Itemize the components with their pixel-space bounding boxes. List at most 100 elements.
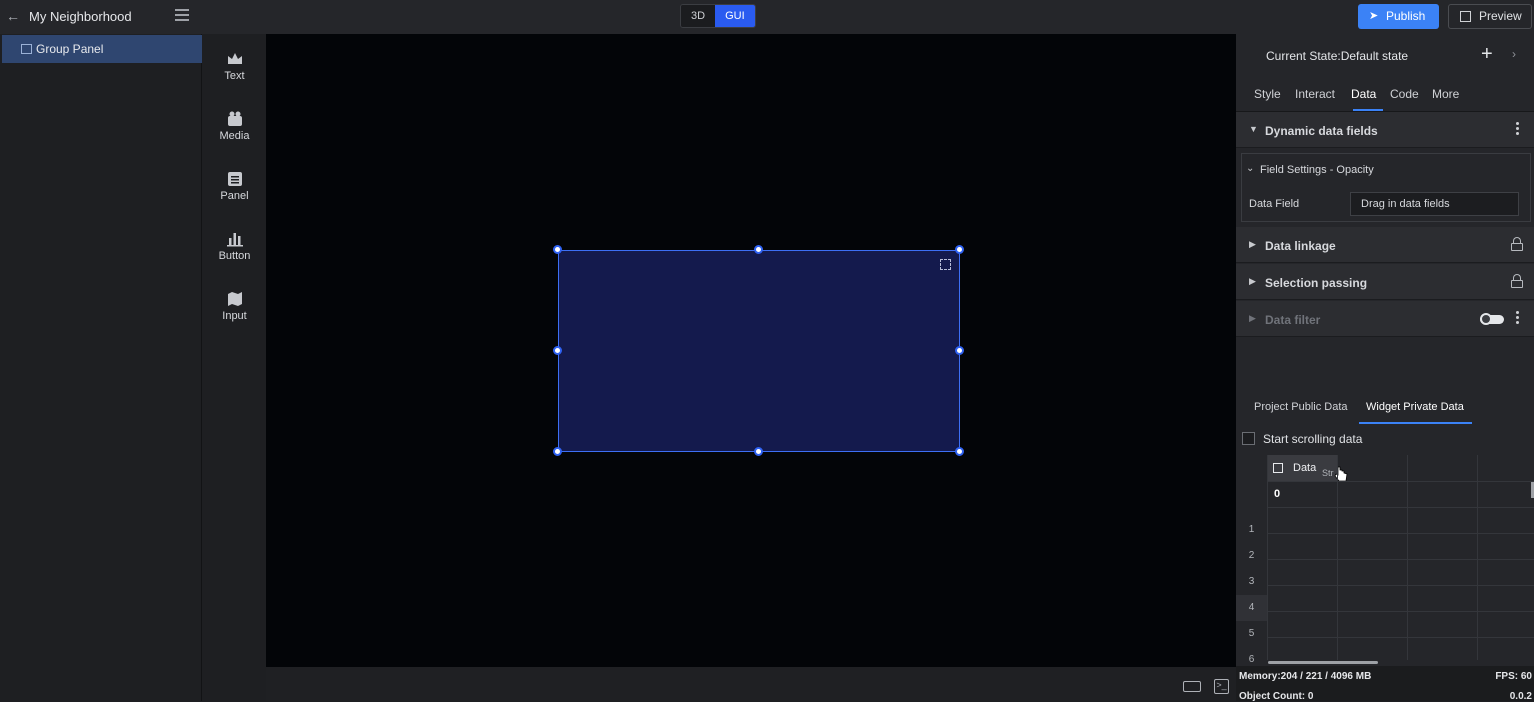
field-settings-title: Field Settings - Opacity	[1260, 164, 1374, 176]
resize-handle-right[interactable]	[955, 346, 964, 355]
resize-handle-left[interactable]	[553, 346, 562, 355]
row-number: 3	[1248, 576, 1255, 587]
tab-interact[interactable]: Interact	[1295, 87, 1335, 101]
caret-down-icon: ▼	[1249, 124, 1258, 134]
column-select-checkbox[interactable]	[1273, 463, 1283, 473]
tab-data[interactable]: Data	[1351, 87, 1376, 101]
tool-button[interactable]: Button	[203, 230, 266, 280]
row-number: 5	[1248, 628, 1255, 639]
lock-icon	[1511, 274, 1523, 288]
data-field-dropzone[interactable]: Drag in data fields	[1350, 192, 1519, 216]
object-count-stat: Object Count: 0	[1239, 691, 1314, 702]
group-panel-icon	[21, 44, 32, 54]
data-source-tabs: Project Public Data Widget Private Data	[1236, 391, 1534, 424]
start-scrolling-checkbox[interactable]	[1242, 432, 1255, 445]
crown-icon	[227, 53, 242, 64]
design-canvas[interactable]	[266, 34, 1236, 667]
version-label: 0.0.2	[1509, 691, 1532, 702]
properties-panel: Current State:Default state + › Style In…	[1236, 34, 1534, 702]
row-number: 2	[1248, 550, 1255, 561]
chevron-down-icon[interactable]: ⌄	[1246, 163, 1254, 174]
property-tabs: Style Interact Data Code More	[1236, 76, 1534, 112]
top-bar: ← My Neighborhood 3D GUI ➤ Publish Previ…	[0, 0, 1534, 34]
column-header-data[interactable]: Data Str	[1267, 455, 1348, 482]
grid-line	[1337, 455, 1338, 660]
stats-footer: Memory:204 / 221 / 4096 MB FPS: 60 Objec…	[1236, 666, 1534, 702]
resize-handle-top[interactable]	[754, 245, 763, 254]
section-selection-passing[interactable]: ▶ Selection passing	[1236, 264, 1534, 300]
tab-project-public-data[interactable]: Project Public Data	[1254, 401, 1348, 413]
section-data-linkage[interactable]: ▶ Data linkage	[1236, 227, 1534, 263]
active-data-tab-underline	[1359, 422, 1472, 424]
more-options-icon[interactable]	[1516, 122, 1520, 138]
tool-label: Media	[219, 130, 250, 142]
more-options-icon[interactable]	[1516, 311, 1520, 327]
section-title: Data linkage	[1265, 239, 1336, 253]
layer-item-group-panel[interactable]: Group Panel	[2, 35, 202, 63]
grid-line	[1267, 455, 1268, 660]
plus-icon[interactable]: +	[1481, 43, 1493, 65]
grid-line	[1267, 481, 1534, 482]
tab-style[interactable]: Style	[1254, 87, 1281, 101]
tool-media[interactable]: Media	[203, 110, 266, 160]
caret-right-icon: ▶	[1249, 239, 1256, 249]
back-arrow-icon[interactable]: ←	[6, 8, 20, 24]
caret-right-icon: ▶	[1249, 276, 1256, 286]
tab-more[interactable]: More	[1432, 87, 1459, 101]
fullscreen-corner-icon[interactable]	[940, 259, 951, 270]
active-tab-underline	[1353, 109, 1383, 111]
section-data-filter[interactable]: ▶ Data filter	[1236, 301, 1534, 337]
chevron-right-icon[interactable]: ›	[1512, 47, 1516, 61]
resize-handle-bottom-left[interactable]	[553, 447, 562, 456]
resize-handle-top-left[interactable]	[553, 245, 562, 254]
section-dynamic-data-fields[interactable]: ▼ Dynamic data fields	[1236, 112, 1534, 148]
canvas-status-bar: >_	[266, 667, 1236, 701]
current-state-row: Current State:Default state + ›	[1236, 34, 1534, 76]
tool-label: Button	[218, 250, 251, 262]
column-header-label: Data	[1293, 462, 1317, 474]
layers-panel: Group Panel	[0, 34, 202, 701]
tab-widget-private-data[interactable]: Widget Private Data	[1366, 401, 1464, 413]
widget-toolbox: Text Media Panel Button Input	[203, 34, 266, 701]
grid-line	[1267, 533, 1534, 534]
grid-line	[1267, 507, 1534, 508]
tool-text[interactable]: Text	[203, 50, 266, 100]
tool-label: Input	[222, 310, 247, 322]
caret-right-icon: ▶	[1249, 313, 1256, 323]
lock-icon	[1511, 237, 1523, 251]
start-scrolling-label: Start scrolling data	[1263, 432, 1363, 446]
tool-panel[interactable]: Panel	[203, 170, 266, 220]
mode-switch: 3D GUI	[680, 4, 756, 28]
mode-gui-button[interactable]: GUI	[715, 5, 755, 27]
terminal-icon[interactable]: >_	[1214, 679, 1229, 694]
selected-group-panel[interactable]	[553, 245, 964, 456]
tab-code[interactable]: Code	[1390, 87, 1419, 101]
data-grid: Data Str 1 2 3 4 5 6 7 0	[1236, 454, 1534, 691]
map-icon	[227, 292, 242, 306]
section-title: Data filter	[1265, 313, 1321, 327]
resize-handle-top-right[interactable]	[955, 245, 964, 254]
current-state-label: Current State:Default state	[1266, 49, 1409, 63]
grid-line	[1267, 559, 1534, 560]
preview-label: Preview	[1479, 9, 1522, 23]
section-title: Dynamic data fields	[1265, 124, 1378, 138]
resize-handle-bottom-right[interactable]	[955, 447, 964, 456]
grid-line	[1407, 455, 1408, 660]
layer-item-label: Group Panel	[36, 42, 104, 56]
hamburger-menu-icon[interactable]	[175, 9, 189, 23]
keyboard-icon[interactable]	[1183, 681, 1201, 692]
mode-3d-button[interactable]: 3D	[681, 5, 716, 27]
section-title: Selection passing	[1265, 276, 1368, 290]
tool-input[interactable]: Input	[203, 290, 266, 340]
horizontal-scrollbar[interactable]	[1268, 661, 1378, 664]
grid-cell[interactable]: 0	[1274, 488, 1280, 500]
resize-handle-bottom[interactable]	[754, 447, 763, 456]
row-number: 4	[1236, 595, 1267, 621]
column-type-label: Str	[1322, 468, 1334, 478]
data-filter-toggle[interactable]	[1480, 313, 1504, 325]
publish-label: Publish	[1386, 9, 1426, 23]
preview-button[interactable]: Preview	[1448, 4, 1532, 29]
publish-button[interactable]: ➤ Publish	[1358, 4, 1439, 29]
panel-icon	[227, 172, 242, 186]
memory-stat: Memory:204 / 221 / 4096 MB	[1239, 671, 1372, 682]
